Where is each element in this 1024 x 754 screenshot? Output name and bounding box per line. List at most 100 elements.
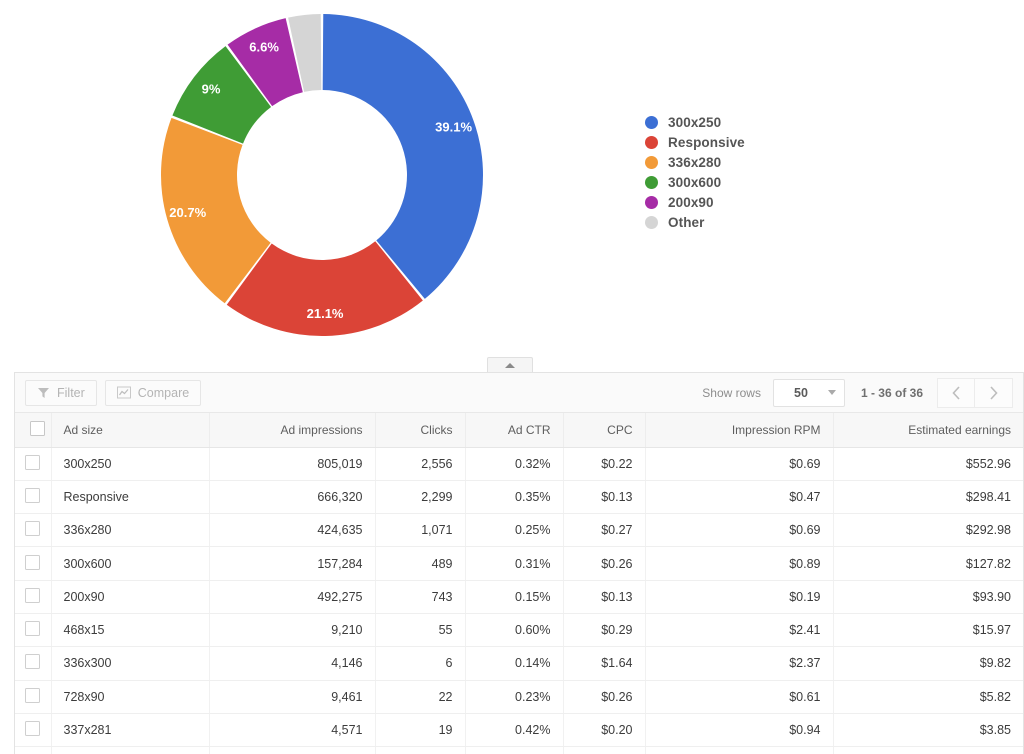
compare-button[interactable]: Compare xyxy=(104,379,202,406)
row-select-cell xyxy=(15,480,52,515)
legend-swatch-icon xyxy=(645,115,658,129)
cell-cpc: $0.26 xyxy=(563,680,646,714)
cell-ad-impressions: 157,284 xyxy=(209,546,376,581)
row-checkbox[interactable] xyxy=(25,587,40,603)
cell-ad-ctr: 0.14% xyxy=(465,646,564,681)
cell-cpc xyxy=(563,746,646,754)
legend-item-300x250[interactable]: 300x250 xyxy=(645,112,745,132)
column-header-impression-rpm[interactable]: Impression RPM xyxy=(645,413,834,448)
cell-ad-size: 337x281 xyxy=(51,713,210,748)
cell-ad-size: 300x250 xyxy=(51,447,210,481)
caret-up-icon xyxy=(505,362,515,368)
cell-ad-size: 200x90 xyxy=(51,580,210,614)
cell-ad-impressions: 4,146 xyxy=(209,646,376,681)
previous-page-button[interactable] xyxy=(937,377,975,408)
cell-clicks: 19 xyxy=(375,713,466,748)
legend-item-responsive[interactable]: Responsive xyxy=(645,132,745,152)
legend-item-300x600[interactable]: 300x600 xyxy=(645,172,745,192)
cell-clicks: 6 xyxy=(375,646,466,681)
cell-ad-size: 336x280 xyxy=(51,513,210,548)
column-header-ad-ctr[interactable]: Ad CTR xyxy=(465,413,564,448)
column-header-ad-size[interactable]: Ad size xyxy=(51,413,210,448)
column-header-estimated-earnings[interactable]: Estimated earnings xyxy=(833,413,1023,448)
cell-impression-rpm: $0.69 xyxy=(645,447,834,481)
donut-slice-300x250[interactable] xyxy=(322,14,483,299)
cell-ad-impressions: 666,320 xyxy=(209,480,376,515)
chevron-right-icon xyxy=(990,385,998,400)
chevron-left-icon xyxy=(951,385,960,400)
cell-estimated-earnings: $292.98 xyxy=(833,513,1023,548)
column-header-clicks[interactable]: Clicks xyxy=(375,413,466,448)
cell-clicks xyxy=(375,746,466,754)
cell-ad-ctr: 0.60% xyxy=(465,613,564,648)
cell-ad-size xyxy=(51,746,210,754)
legend-label: 336x280 xyxy=(668,154,722,170)
table-header: Ad size Ad impressions Clicks Ad CTR CPC… xyxy=(15,413,1023,448)
donut-slice-label-responsive: 21.1% xyxy=(307,306,344,321)
ad-size-table: Ad size Ad impressions Clicks Ad CTR CPC… xyxy=(15,413,1023,754)
cell-clicks: 2,556 xyxy=(375,447,466,481)
table-row[interactable]: 337x281 4,571 19 0.42% $0.20 $0.94 $3.85 xyxy=(15,713,1023,748)
table-row[interactable] xyxy=(15,746,1023,754)
donut-slice-label-200x90: 6.6% xyxy=(249,39,279,54)
table-body: 300x250 805,019 2,556 0.32% $0.22 $0.69 $552.9… xyxy=(15,447,1023,754)
cell-ad-ctr: 0.42% xyxy=(465,713,564,748)
legend-item-200x90[interactable]: 200x90 xyxy=(645,192,745,212)
cell-ad-size: 728x90 xyxy=(51,680,210,714)
row-checkbox[interactable] xyxy=(25,521,40,537)
table-row[interactable]: 468x15 9,210 55 0.60% $0.29 $2.41 $15.97 xyxy=(15,613,1023,648)
rows-per-page-select[interactable]: 50 xyxy=(772,378,845,407)
cell-ad-size: Responsive xyxy=(51,480,210,515)
chart-panel: 39.1% 21.1% 20.7% 9% 6.6% 300x250 Responsive 3… xyxy=(0,0,1024,356)
cell-impression-rpm: $2.37 xyxy=(645,646,834,681)
table-row[interactable]: 200x90 492,275 743 0.15% $0.13 $0.19 $93.90 xyxy=(15,580,1023,614)
cell-ad-size: 468x15 xyxy=(51,613,210,648)
cell-estimated-earnings: $93.90 xyxy=(833,580,1023,614)
cell-estimated-earnings: $5.82 xyxy=(833,680,1023,714)
cell-clicks: 2,299 xyxy=(375,480,466,515)
table-row[interactable]: 336x280 424,635 1,071 0.25% $0.27 $0.69 $292.9… xyxy=(15,513,1023,548)
row-checkbox[interactable] xyxy=(25,654,40,670)
table-row[interactable]: Responsive 666,320 2,299 0.35% $0.13 $0.47 $29… xyxy=(15,480,1023,515)
cell-ad-ctr: 0.32% xyxy=(465,447,564,481)
row-select-cell xyxy=(15,713,52,748)
cell-ad-ctr: 0.25% xyxy=(465,513,564,548)
row-checkbox[interactable] xyxy=(25,454,40,470)
chevron-down-icon xyxy=(827,390,836,395)
row-checkbox[interactable] xyxy=(25,621,40,637)
cell-cpc: $0.13 xyxy=(563,580,646,614)
cell-cpc: $0.27 xyxy=(563,513,646,548)
row-checkbox[interactable] xyxy=(25,721,40,737)
cell-clicks: 55 xyxy=(375,613,466,648)
legend-item-336x280[interactable]: 336x280 xyxy=(645,152,745,172)
cell-estimated-earnings: $298.41 xyxy=(833,480,1023,515)
table-row[interactable]: 300x250 805,019 2,556 0.32% $0.22 $0.69 $552.9… xyxy=(15,447,1023,481)
table-row[interactable]: 336x300 4,146 6 0.14% $1.64 $2.37 $9.82 xyxy=(15,646,1023,681)
column-header-ad-impressions[interactable]: Ad impressions xyxy=(209,413,376,448)
compare-label: Compare xyxy=(137,385,190,400)
row-checkbox[interactable] xyxy=(25,554,40,570)
cell-cpc: $0.13 xyxy=(563,480,646,515)
legend-swatch-icon xyxy=(645,195,658,209)
select-all-header xyxy=(15,413,52,448)
row-checkbox[interactable] xyxy=(25,687,40,703)
cell-ad-impressions: 4,571 xyxy=(209,713,376,748)
select-all-checkbox[interactable] xyxy=(30,420,46,436)
cell-ad-impressions: 9,461 xyxy=(209,680,376,714)
table-row[interactable]: 728x90 9,461 22 0.23% $0.26 $0.61 $5.82 xyxy=(15,680,1023,714)
cell-estimated-earnings xyxy=(833,746,1023,754)
filter-button[interactable]: Filter xyxy=(25,379,97,406)
legend-label: Responsive xyxy=(668,134,745,150)
table-row[interactable]: 300x600 157,284 489 0.31% $0.26 $0.89 $127.82 xyxy=(15,546,1023,581)
row-select-cell xyxy=(15,580,52,614)
row-checkbox[interactable] xyxy=(25,487,40,503)
chart-legend: 300x250 Responsive 336x280 300x600 200x90 Oth… xyxy=(645,112,745,232)
collapse-chart-tab[interactable] xyxy=(487,357,533,372)
cell-impression-rpm: $2.41 xyxy=(645,613,834,648)
cell-clicks: 489 xyxy=(375,546,466,581)
legend-item-other[interactable]: Other xyxy=(645,212,745,232)
column-header-cpc[interactable]: CPC xyxy=(563,413,646,448)
donut-slice-label-336x280: 20.7% xyxy=(169,205,206,220)
legend-label: 300x250 xyxy=(668,114,722,130)
next-page-button[interactable] xyxy=(975,377,1013,408)
